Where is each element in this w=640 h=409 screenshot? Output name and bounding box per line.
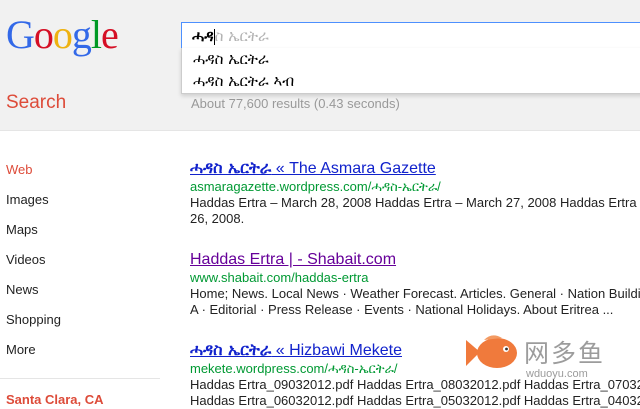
result-snippet: Home; News. Local News · Weather Forecas… <box>190 286 640 318</box>
search-result: ሓዳስ ኤርትራ « The Asmara Gazette asmaragaze… <box>190 158 640 227</box>
snippet-line: Home; News. Local News · Weather Forecas… <box>190 286 640 301</box>
result-title-amharic: ሓዳስ ኤርትራ <box>190 158 272 177</box>
sidebar-item-videos[interactable]: Videos <box>6 252 46 267</box>
result-title-text: Haddas Ertra | - Shabait.com <box>190 251 397 268</box>
sidebar-item-shopping[interactable]: Shopping <box>6 312 61 327</box>
sidebar-item-web[interactable]: Web <box>6 162 33 177</box>
snippet-line: Haddas Ertra_06032012.pdf Haddas Ertra_0… <box>190 393 640 408</box>
result-url: asmaragazette.wordpress.com/ሓዳስ-ኤርትራ/ <box>190 179 441 194</box>
result-title-link[interactable]: Haddas Ertra | - Shabait.com <box>190 249 640 270</box>
result-title-text: « Hizbawi Mekete <box>271 342 402 359</box>
logo-letter: o <box>52 12 73 57</box>
sidebar-item-maps[interactable]: Maps <box>6 222 38 237</box>
logo-letter: e <box>101 12 119 57</box>
result-title-link[interactable]: ሓዳስ ኤርትራ « The Asmara Gazette <box>190 158 640 179</box>
autocomplete-ghost-text: ስ ኤርትራ <box>214 27 269 45</box>
sidebar-item-news[interactable]: News <box>6 282 39 297</box>
snippet-line: A · Editorial · Press Release · Events ·… <box>190 302 614 317</box>
watermark-domain: wduoyu.com <box>526 368 588 380</box>
logo-letter: o <box>33 12 54 57</box>
autocomplete-suggestion[interactable]: ሓዳስ ኤርትራ <box>182 48 640 70</box>
autocomplete-dropdown: ሓዳስ ኤርትራ ሓዳስ ኤርትራ ኣብ <box>181 48 640 94</box>
fish-logo-icon <box>466 335 517 368</box>
sidebar-item-images[interactable]: Images <box>6 192 49 207</box>
google-logo[interactable]: Google <box>6 12 119 57</box>
logo-letter: l <box>90 12 102 57</box>
result-stats: About 77,600 results (0.43 seconds) <box>191 96 400 111</box>
result-url: www.shabait.com/haddas-ertra <box>190 270 369 285</box>
search-result: Haddas Ertra | - Shabait.com www.shabait… <box>190 249 640 318</box>
logo-letter: g <box>71 12 92 57</box>
result-title-amharic: ሓዳስ ኤርትራ <box>190 340 272 359</box>
search-query: ሓዳስ ኤርትራ <box>192 26 269 46</box>
result-snippet: Haddas Ertra – March 28, 2008 Haddas Ert… <box>190 195 640 227</box>
typed-text: ሓዳ <box>192 27 214 45</box>
snippet-line: 26, 2008. <box>190 211 245 226</box>
search-input[interactable]: ሓዳስ ኤርትራ <box>181 22 640 49</box>
logo-letter: G <box>6 12 35 57</box>
result-title-text: « The Asmara Gazette <box>271 160 436 177</box>
sidebar-divider <box>0 378 160 379</box>
sidebar-item-more[interactable]: More <box>6 342 36 357</box>
search-mode-label: Search <box>6 92 67 113</box>
site-watermark: 网多鱼 wduoyu.com <box>462 330 640 390</box>
snippet-line: Haddas Ertra – March 28, 2008 Haddas Ert… <box>190 195 640 210</box>
watermark-text: 网多鱼 <box>524 339 606 368</box>
autocomplete-suggestion[interactable]: ሓዳስ ኤርትራ ኣብ <box>182 70 640 92</box>
